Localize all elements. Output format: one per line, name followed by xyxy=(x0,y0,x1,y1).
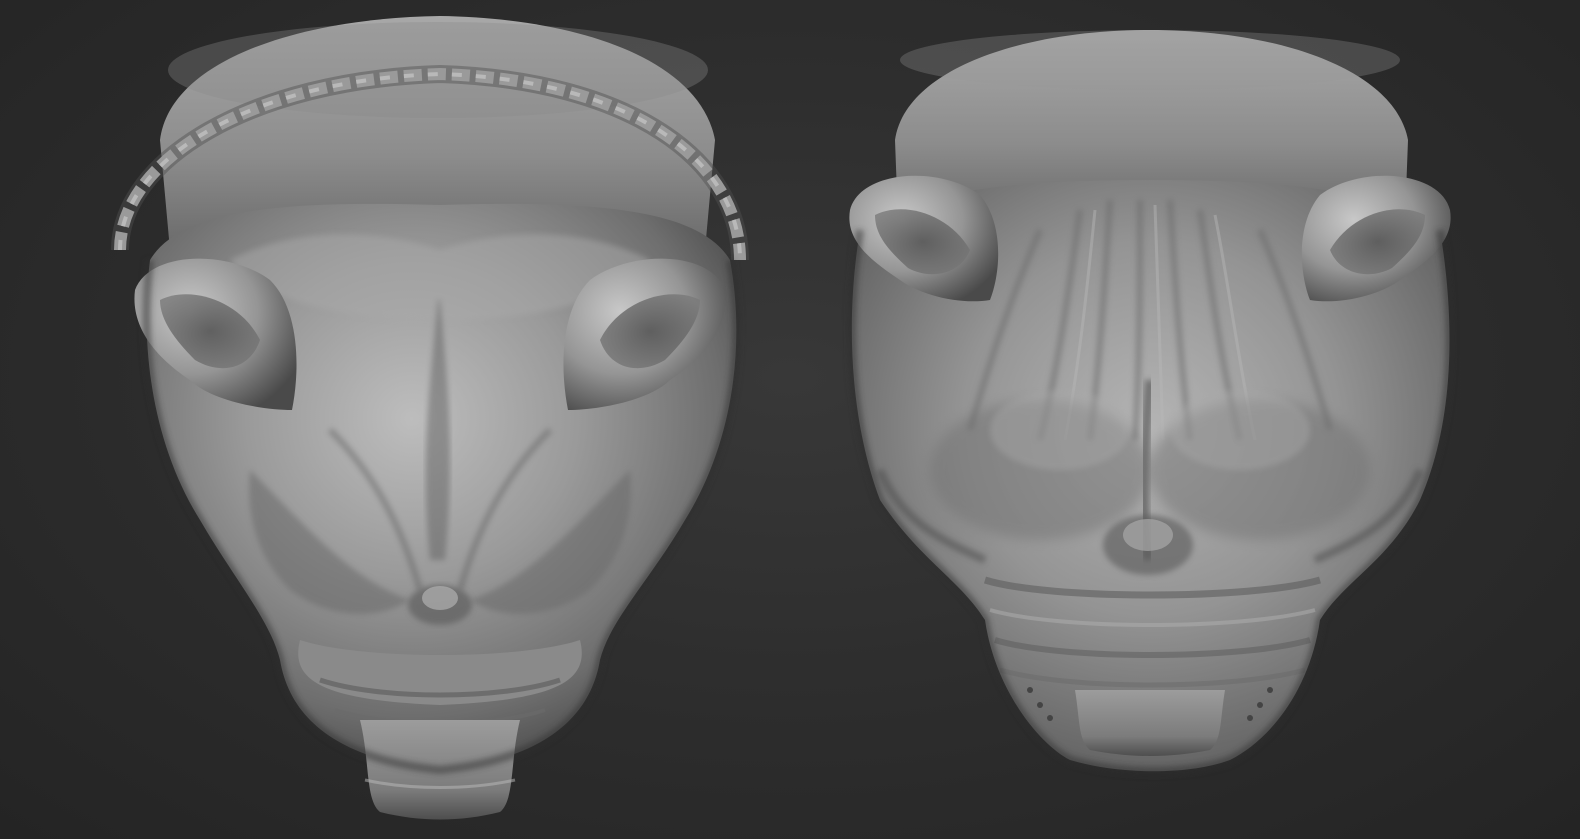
sculpt-scene xyxy=(111,16,1454,820)
viewport-canvas[interactable] xyxy=(0,0,1580,839)
sculpt-head-with-chain xyxy=(111,16,749,820)
sculpt-head-wrinkled xyxy=(847,30,1454,776)
